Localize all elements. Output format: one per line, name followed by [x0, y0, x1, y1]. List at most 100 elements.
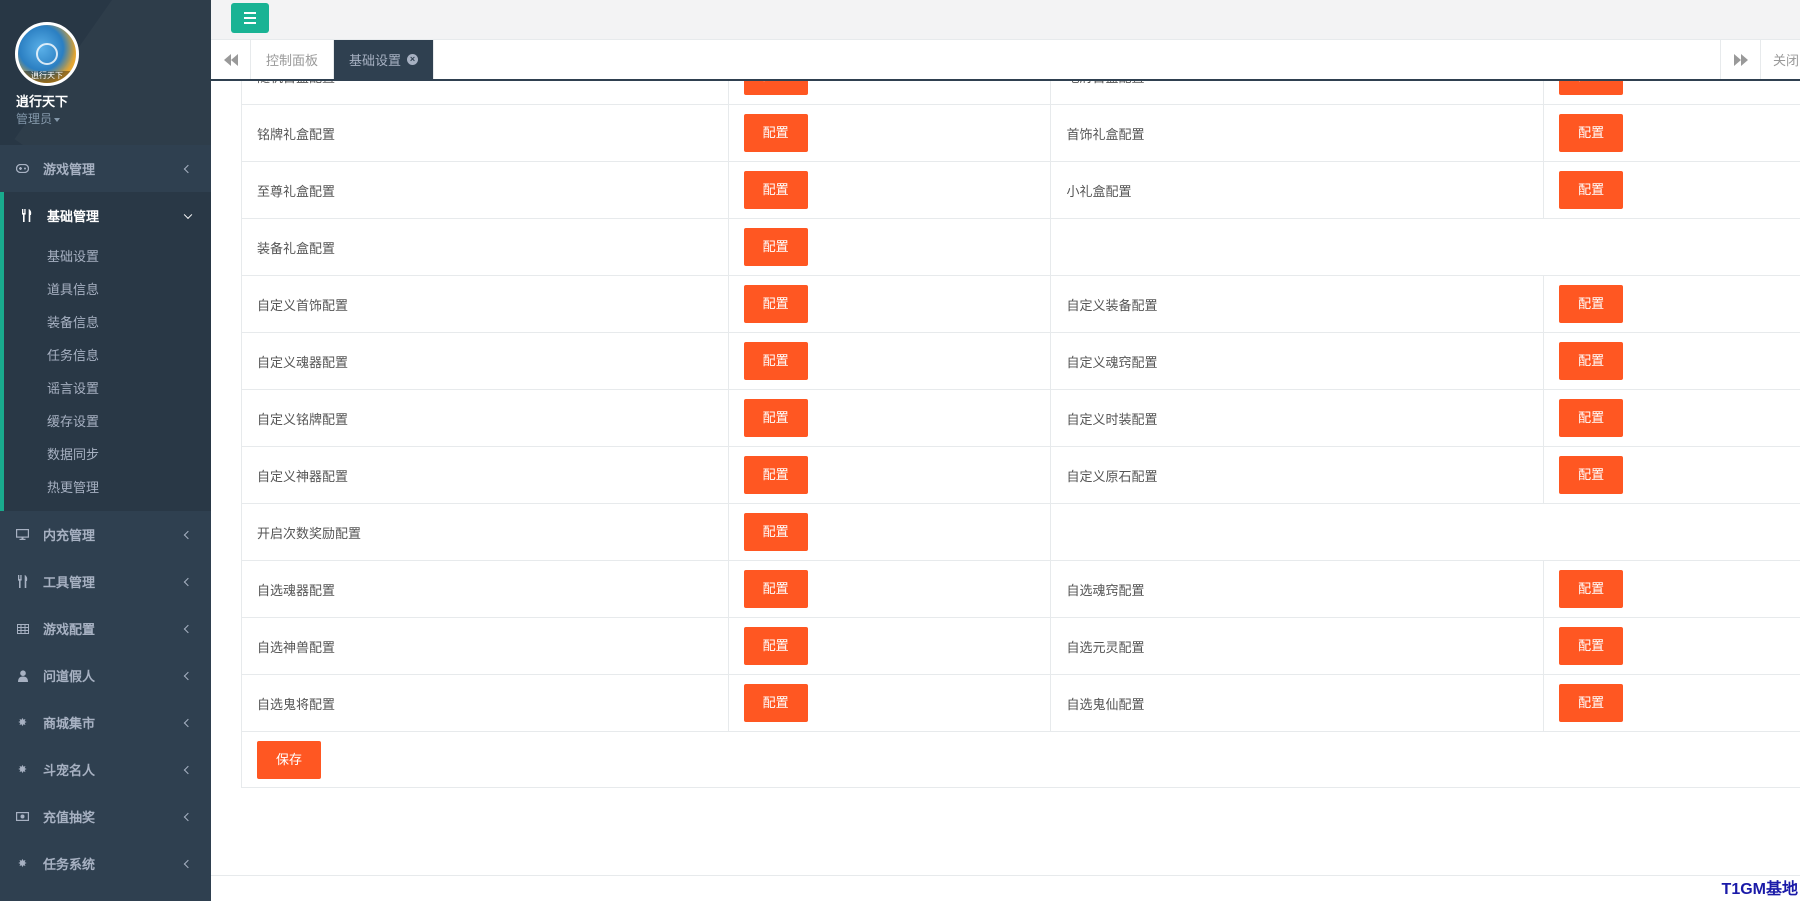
config-button[interactable]: 配置	[743, 342, 808, 380]
config-label: 自定义时装配置	[1050, 389, 1545, 447]
gear-icon: ✸	[17, 717, 28, 729]
close-tabs-button[interactable]: 关闭	[1760, 40, 1800, 79]
nav-item-pet-celebrity[interactable]: ✸ 斗宠名人	[0, 746, 211, 793]
config-action-cell: 配置	[727, 560, 1052, 618]
nav-item-basic-management[interactable]: 基础管理	[0, 192, 211, 239]
config-action-cell: 配置	[1543, 389, 1800, 447]
save-button[interactable]: 保存	[257, 740, 321, 779]
config-button[interactable]: 配置	[743, 456, 808, 494]
nav-label: 商城集市	[43, 716, 96, 731]
config-action-cell: 配置	[727, 161, 1052, 219]
config-button[interactable]: 配置	[743, 285, 808, 323]
config-label: 自选鬼仙配置	[1050, 674, 1545, 732]
chevron-left-icon	[183, 164, 193, 173]
double-chevron-right-icon	[1733, 53, 1748, 66]
tab-basic-settings[interactable]: 基础设置 ×	[334, 40, 435, 79]
subnav-item-data-sync[interactable]: 数据同步	[4, 437, 211, 470]
config-button[interactable]: 配置	[743, 627, 808, 665]
config-label: 首饰礼盒配置	[1050, 104, 1545, 162]
config-label: 自定义装备配置	[1050, 275, 1545, 333]
side-nav-more: 内充管理 工具管理 游戏配置 问道假人 ✸ 商城集市 ✸ 斗宠名人 充值抽奖 ✸…	[0, 511, 211, 887]
config-label: 自选魂窍配置	[1050, 560, 1545, 618]
user-role-label: 管理员	[16, 112, 53, 126]
tabs-scroll-left-button[interactable]	[211, 40, 251, 79]
config-label: 装备礼盒配置	[241, 218, 729, 276]
config-action-cell: 配置	[727, 81, 1052, 105]
gear-icon: ✸	[17, 858, 28, 870]
config-button[interactable]: 配置	[1559, 81, 1624, 95]
tab-label: 基础设置	[349, 53, 402, 68]
config-button[interactable]: 配置	[1559, 399, 1624, 437]
subnav-item-cache-settings[interactable]: 缓存设置	[4, 404, 211, 437]
user-role-dropdown[interactable]: 管理员	[16, 110, 61, 127]
config-label: 自定义魂器配置	[241, 332, 729, 390]
config-button[interactable]: 配置	[1559, 456, 1624, 494]
config-button[interactable]: 配置	[743, 399, 808, 437]
footer-brand: T1GM基地	[1721, 881, 1798, 898]
subnav-item-item-info[interactable]: 道具信息	[4, 272, 211, 305]
hamburger-icon-line	[244, 17, 256, 19]
config-table: 随机首盒配置配置地府首盒配置配置铭牌礼盒配置配置首饰礼盒配置配置至尊礼盒配置配置…	[241, 81, 1800, 788]
nav-item-fake-players[interactable]: 问道假人	[0, 652, 211, 699]
main-content: 随机首盒配置配置地府首盒配置配置铭牌礼盒配置配置首饰礼盒配置配置至尊礼盒配置配置…	[211, 81, 1800, 875]
table-icon	[16, 622, 29, 635]
subnav-item-equipment-info[interactable]: 装备信息	[4, 305, 211, 338]
config-row: 随机首盒配置配置地府首盒配置配置	[241, 81, 1800, 105]
hamburger-icon-line	[244, 22, 256, 24]
config-action-cell: 配置	[1543, 81, 1800, 105]
page-tabs-bar: 控制面板 基础设置 × 关闭	[211, 40, 1800, 81]
nav-item-tools[interactable]: 工具管理	[0, 558, 211, 605]
config-row: 至尊礼盒配置 配置 小礼盒配置 配置	[241, 161, 1800, 219]
subnav-item-basic-settings[interactable]: 基础设置	[4, 239, 211, 272]
config-button[interactable]: 配置	[743, 684, 808, 722]
gamepad-icon	[16, 162, 29, 175]
nav-item-game-management[interactable]: 游戏管理	[0, 145, 211, 192]
config-button[interactable]: 配置	[1559, 684, 1624, 722]
config-button[interactable]: 配置	[743, 114, 808, 152]
chevron-left-icon	[183, 530, 193, 539]
nav-item-task-system[interactable]: ✸ 任务系统	[0, 840, 211, 887]
config-label: 自定义原石配置	[1050, 446, 1545, 504]
nav-item-recharge[interactable]: 内充管理	[0, 511, 211, 558]
config-label: 自定义魂窍配置	[1050, 332, 1545, 390]
nav-item-game-config[interactable]: 游戏配置	[0, 605, 211, 652]
chevron-down-icon	[183, 210, 193, 219]
nav-item-recharge-lottery[interactable]: 充值抽奖	[0, 793, 211, 840]
caret-down-icon	[54, 117, 61, 122]
nav-label: 游戏管理	[43, 162, 96, 177]
sidebar-toggle-button[interactable]	[231, 3, 269, 33]
config-button[interactable]: 配置	[1559, 171, 1624, 209]
config-button[interactable]: 配置	[743, 81, 808, 95]
chevron-left-icon	[183, 671, 193, 680]
gear-icon: ✸	[17, 764, 28, 776]
config-button[interactable]: 配置	[1559, 570, 1624, 608]
page-tabs: 控制面板 基础设置 ×	[251, 40, 435, 79]
config-row: 自定义铭牌配置 配置 自定义时装配置 配置	[241, 389, 1800, 447]
config-button[interactable]: 配置	[1559, 114, 1624, 152]
close-icon[interactable]: ×	[407, 54, 419, 65]
config-action-cell: 配置	[727, 218, 1052, 276]
tabs-scroll-right-button[interactable]	[1720, 40, 1760, 79]
save-cell: 保存	[241, 731, 1800, 788]
cutlery-icon	[20, 209, 33, 222]
config-button[interactable]: 配置	[743, 570, 808, 608]
config-row: 自选鬼将配置 配置 自选鬼仙配置 配置	[241, 674, 1800, 732]
config-label: 随机首盒配置	[241, 81, 729, 105]
footer: T1GM基地	[211, 875, 1800, 901]
avatar[interactable]: 逍行天下	[15, 22, 79, 86]
nav-label: 游戏配置	[43, 622, 96, 637]
config-label: 自选鬼将配置	[241, 674, 729, 732]
config-button[interactable]: 配置	[743, 513, 808, 551]
subnav-item-task-info[interactable]: 任务信息	[4, 338, 211, 371]
config-button[interactable]: 配置	[743, 228, 808, 266]
save-row: 保存	[241, 731, 1800, 788]
subnav-item-rumor-settings[interactable]: 谣言设置	[4, 371, 211, 404]
config-button[interactable]: 配置	[1559, 342, 1624, 380]
config-button[interactable]: 配置	[743, 171, 808, 209]
subnav-item-hotfix[interactable]: 热更管理	[4, 470, 211, 503]
config-button[interactable]: 配置	[1559, 627, 1624, 665]
nav-item-mall[interactable]: ✸ 商城集市	[0, 699, 211, 746]
tab-dashboard[interactable]: 控制面板	[251, 40, 335, 79]
config-label: 自定义首饰配置	[241, 275, 729, 333]
config-button[interactable]: 配置	[1559, 285, 1624, 323]
